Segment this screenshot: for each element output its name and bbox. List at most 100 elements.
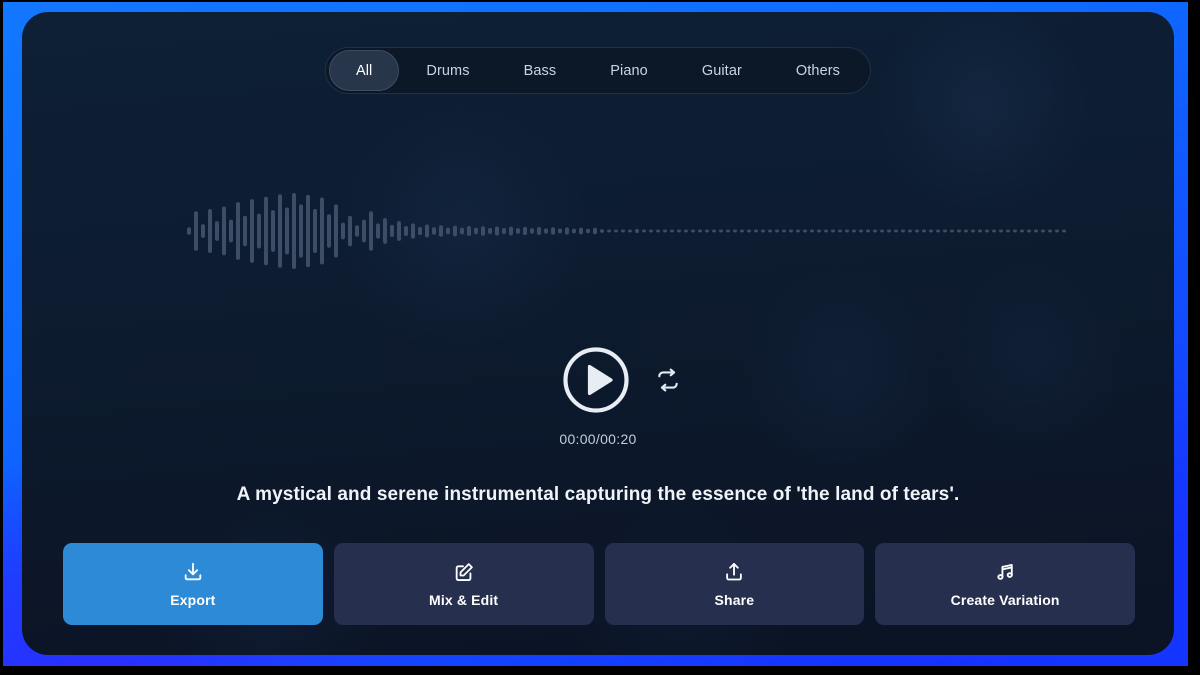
waveform-bar (999, 229, 1003, 233)
waveform-bar (313, 208, 317, 254)
waveform-bar (565, 227, 569, 235)
waveform-bar (698, 229, 702, 233)
waveform-bar (677, 229, 681, 233)
frame-edge-bottom (0, 666, 1200, 675)
waveform-bar (453, 225, 457, 237)
waveform-bar (1034, 229, 1038, 233)
waveform-bar (887, 229, 891, 233)
instrument-filter-tabs: All Drums Bass Piano Guitar Others (324, 47, 872, 94)
waveform-bar (859, 229, 863, 233)
action-label: Mix & Edit (429, 591, 499, 608)
waveform-bar (824, 229, 828, 233)
waveform-bar (495, 226, 499, 236)
waveform-bar (439, 225, 443, 237)
tab-all[interactable]: All (328, 50, 400, 91)
frame-edge-top (0, 0, 1200, 2)
waveform-bar (789, 229, 793, 233)
waveform-bar (572, 228, 576, 234)
waveform-bar (943, 229, 947, 233)
waveform-bar (663, 229, 667, 233)
waveform-bar (446, 227, 450, 235)
waveform-bar (684, 229, 688, 233)
waveform-bar (712, 229, 716, 233)
waveform-bar (1027, 229, 1031, 233)
waveform-bar (299, 204, 303, 258)
action-label: Share (714, 591, 755, 608)
waveform-bar (1020, 229, 1024, 233)
waveform-bar (257, 213, 261, 249)
waveform-bar (845, 229, 849, 233)
waveform-bar (306, 194, 310, 268)
waveform-bar (635, 228, 639, 234)
waveform-bar (551, 227, 555, 235)
playback-time: 00:00/00:20 (559, 431, 637, 447)
waveform-bar (691, 229, 695, 233)
repeat-icon[interactable] (655, 367, 681, 393)
tab-bass[interactable]: Bass (497, 50, 584, 91)
waveform-bar (208, 208, 212, 254)
waveform-bar (285, 207, 289, 255)
frame-edge-left (0, 0, 3, 675)
waveform-bar (880, 229, 884, 233)
waveform-bar (1062, 229, 1066, 233)
waveform-bar (327, 214, 331, 248)
waveform-bar (502, 228, 506, 234)
waveform-bar (425, 224, 429, 238)
action-label: Create Variation (950, 591, 1060, 608)
waveform-bar (852, 229, 856, 233)
waveform-bar (600, 229, 604, 233)
play-icon[interactable] (561, 345, 631, 415)
app-frame: All Drums Bass Piano Guitar Others 00:00/00:2… (0, 0, 1200, 675)
waveform-bar (621, 229, 625, 233)
waveform-bar (803, 229, 807, 233)
waveform-bar (460, 227, 464, 235)
waveform-bar (649, 229, 653, 233)
waveform-bar (411, 223, 415, 239)
waveform-bar (383, 218, 387, 244)
track-description: A mystical and serene instrumental captu… (236, 484, 960, 505)
waveform-bar (187, 227, 191, 235)
music-note-icon (997, 563, 1013, 580)
mix-and-edit-button[interactable]: Mix & Edit (333, 543, 594, 625)
waveform-bar (194, 211, 198, 251)
waveform-bar (278, 194, 282, 268)
waveform-bar (908, 229, 912, 233)
waveform-bar (831, 229, 835, 233)
export-button[interactable]: Export (63, 543, 323, 625)
action-label: Export (170, 591, 216, 608)
waveform-bar (250, 199, 254, 263)
tab-others[interactable]: Others (769, 50, 867, 91)
waveform-bar (866, 229, 870, 233)
waveform-bar (530, 228, 534, 234)
waveform-bar (894, 229, 898, 233)
waveform-bar (516, 228, 520, 234)
waveform-bar (810, 229, 814, 233)
waveform-bar (775, 229, 779, 233)
waveform-bar (537, 227, 541, 235)
tab-piano[interactable]: Piano (583, 50, 675, 91)
share-button[interactable]: Share (604, 543, 865, 625)
waveform-bar (474, 227, 478, 235)
waveform-bar (796, 229, 800, 233)
waveform-bar (929, 229, 933, 233)
audio-waveform[interactable] (187, 190, 1067, 272)
waveform-bar (936, 229, 940, 233)
tab-drums[interactable]: Drums (399, 50, 496, 91)
waveform-bar (320, 197, 324, 265)
waveform-bar (992, 229, 996, 233)
transport-controls: 00:00/00:20 (22, 345, 1174, 447)
waveform-bar (705, 229, 709, 233)
waveform-bar (922, 229, 926, 233)
waveform-bar (264, 196, 268, 266)
create-variation-button[interactable]: Create Variation (875, 543, 1135, 625)
waveform-bar (985, 229, 989, 233)
tab-guitar[interactable]: Guitar (675, 50, 769, 91)
waveform-bar (950, 229, 954, 233)
waveform-bar (838, 229, 842, 233)
transport-row (515, 345, 681, 415)
waveform-bar (642, 229, 646, 233)
waveform-bar (404, 226, 408, 236)
waveform-bar (1041, 229, 1045, 233)
waveform-bar (481, 226, 485, 236)
waveform-bar (467, 226, 471, 236)
